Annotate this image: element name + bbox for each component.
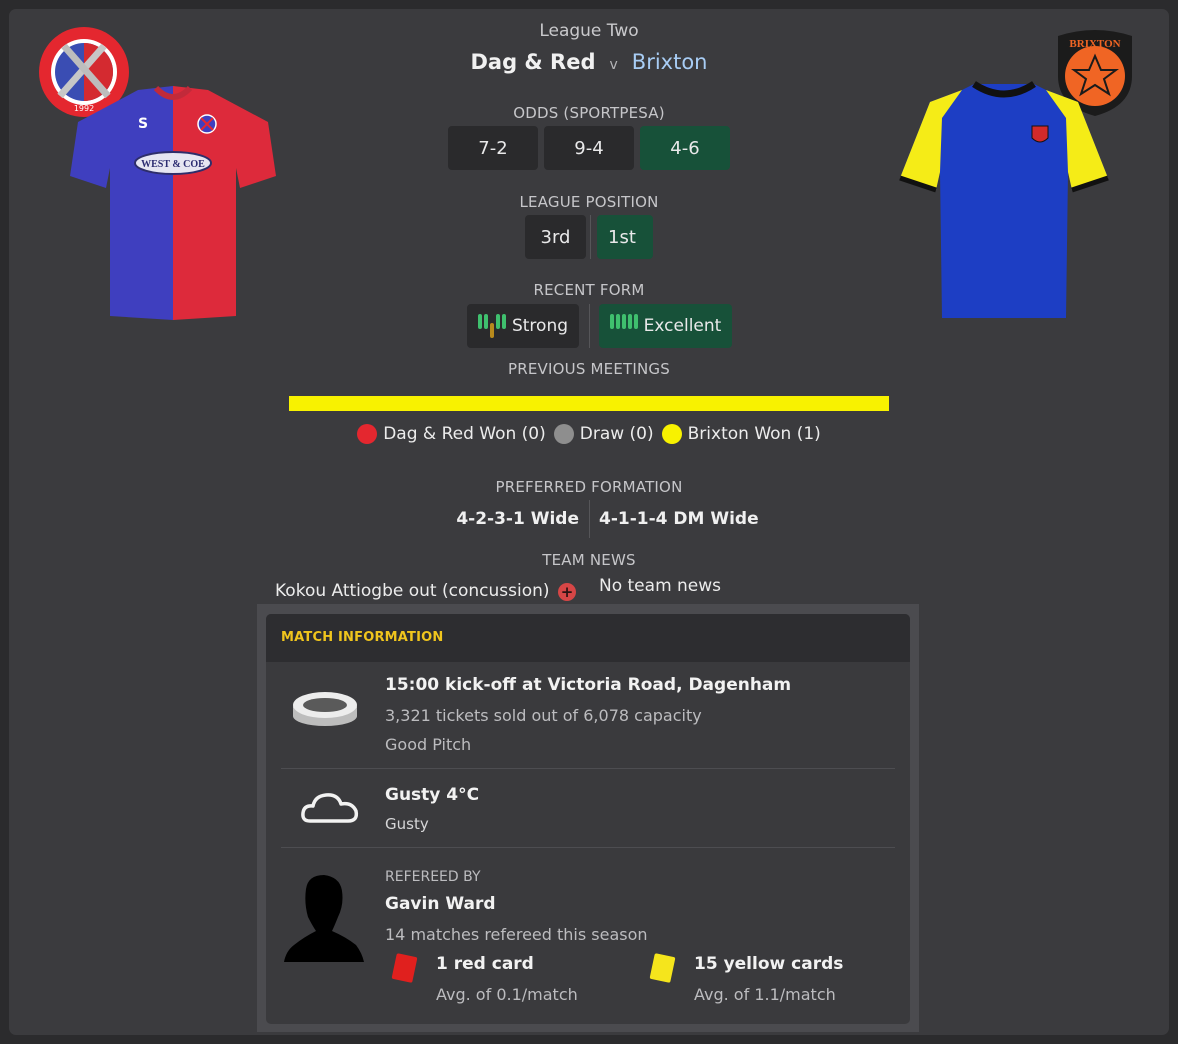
home-team-kit: WEST & COE S [68, 76, 278, 321]
away-form-bars-icon [609, 314, 638, 338]
row-divider [281, 847, 895, 848]
tickets-sold: 3,321 tickets sold out of 6,078 capacity [385, 706, 702, 725]
odds-away-value: 4-6 [670, 137, 700, 159]
legend-home-won-label: Dag & Red Won (0) [383, 424, 546, 444]
yellow-card-count: 15 yellow cards [694, 954, 844, 974]
odds-home-box[interactable]: 7-2 [448, 126, 538, 170]
yellow-card-icon [649, 953, 676, 983]
recent-form-title: RECENT FORM [533, 281, 645, 299]
legend-draw-label: Draw (0) [579, 424, 654, 444]
previous-meetings-bar[interactable] [289, 396, 889, 411]
referee-matches: 14 matches refereed this season [385, 925, 648, 944]
home-kit-sponsor: WEST & COE [141, 159, 205, 170]
away-position-value: 1st [608, 226, 636, 248]
red-card-icon [391, 953, 418, 983]
form-bar [609, 314, 614, 329]
referee-silhouette-avatar[interactable] [282, 871, 366, 963]
form-bar [489, 323, 494, 338]
home-formation[interactable]: 4-2-3-1 Wide [380, 509, 579, 529]
pitch-condition: Good Pitch [385, 735, 472, 754]
versus-label: v [609, 57, 618, 73]
previous-meetings-legend: Dag & Red Won (0) Draw (0) Brixton Won (… [289, 424, 889, 444]
fixture-title: Dag & Red v Brixton [300, 50, 878, 74]
form-divider [589, 304, 590, 348]
away-won-dot-icon [661, 424, 682, 444]
home-team-news[interactable]: Kokou Attiogbe out (concussion) [275, 581, 550, 601]
odds-draw-value: 9-4 [574, 137, 604, 159]
legend-draw: Draw (0) [553, 424, 654, 444]
home-recent-form[interactable]: Strong [467, 304, 579, 348]
home-team-name[interactable]: Dag & Red [470, 50, 595, 74]
away-recent-form[interactable]: Excellent [599, 304, 732, 348]
form-bar [483, 314, 488, 329]
form-bar [477, 314, 482, 329]
referee-name[interactable]: Gavin Ward [385, 894, 496, 914]
position-divider [590, 215, 591, 259]
away-crest-label: BRIXTON [1069, 38, 1120, 50]
form-bar [615, 314, 620, 329]
draw-dot-icon [553, 424, 574, 444]
away-formation[interactable]: 4-1-1-4 DM Wide [599, 509, 819, 529]
svg-text:S: S [138, 116, 148, 132]
league-position-title: LEAGUE POSITION [519, 193, 659, 211]
match-information-header: MATCH INFORMATION [266, 614, 910, 662]
home-form-bars-icon [477, 314, 506, 338]
weather-description: Gusty [385, 815, 429, 833]
formation-divider [589, 500, 590, 538]
odds-away-box[interactable]: 4-6 [640, 126, 730, 170]
legend-home-won: Dag & Red Won (0) [357, 424, 546, 444]
competition-name[interactable]: League Two [489, 21, 689, 41]
form-bar [501, 314, 506, 329]
preferred-formation-title: PREFERRED FORMATION [495, 478, 683, 496]
row-divider [281, 768, 895, 769]
legend-away-won-label: Brixton Won (1) [687, 424, 821, 444]
away-team-news: No team news [599, 576, 722, 596]
red-card-average: Avg. of 0.1/match [436, 985, 578, 1004]
form-bar [627, 314, 632, 329]
stadium-icon [290, 684, 360, 728]
previous-meetings-title: PREVIOUS MEETINGS [508, 360, 670, 378]
home-league-position[interactable]: 3rd [525, 215, 586, 259]
form-bar [633, 314, 638, 329]
away-form-label: Excellent [643, 316, 722, 336]
yellow-card-average: Avg. of 1.1/match [694, 985, 836, 1004]
home-won-dot-icon [357, 424, 378, 444]
weather-title: Gusty 4°C [385, 785, 480, 805]
injury-cross-icon[interactable]: + [558, 583, 576, 601]
match-information-title: MATCH INFORMATION [281, 630, 444, 645]
refereed-by-label: REFEREED BY [385, 869, 481, 885]
away-team-kit [898, 78, 1110, 324]
home-form-label: Strong [511, 316, 569, 336]
away-team-name[interactable]: Brixton [632, 50, 708, 74]
legend-away-won: Brixton Won (1) [661, 424, 821, 444]
home-position-value: 3rd [540, 226, 571, 248]
venue-title[interactable]: 15:00 kick-off at Victoria Road, Dagenha… [385, 675, 791, 695]
cloud-weather-icon [300, 787, 360, 827]
away-league-position[interactable]: 1st [597, 215, 653, 259]
red-card-count: 1 red card [436, 954, 534, 974]
form-bar [621, 314, 626, 329]
odds-title: ODDS (SPORTPESA) [513, 104, 665, 122]
team-news-title: TEAM NEWS [542, 551, 636, 569]
odds-draw-box[interactable]: 9-4 [544, 126, 634, 170]
match-information-card: MATCH INFORMATION 15:00 kick-off at Vict… [266, 614, 910, 1024]
odds-home-value: 7-2 [478, 137, 508, 159]
form-bar [495, 314, 500, 329]
